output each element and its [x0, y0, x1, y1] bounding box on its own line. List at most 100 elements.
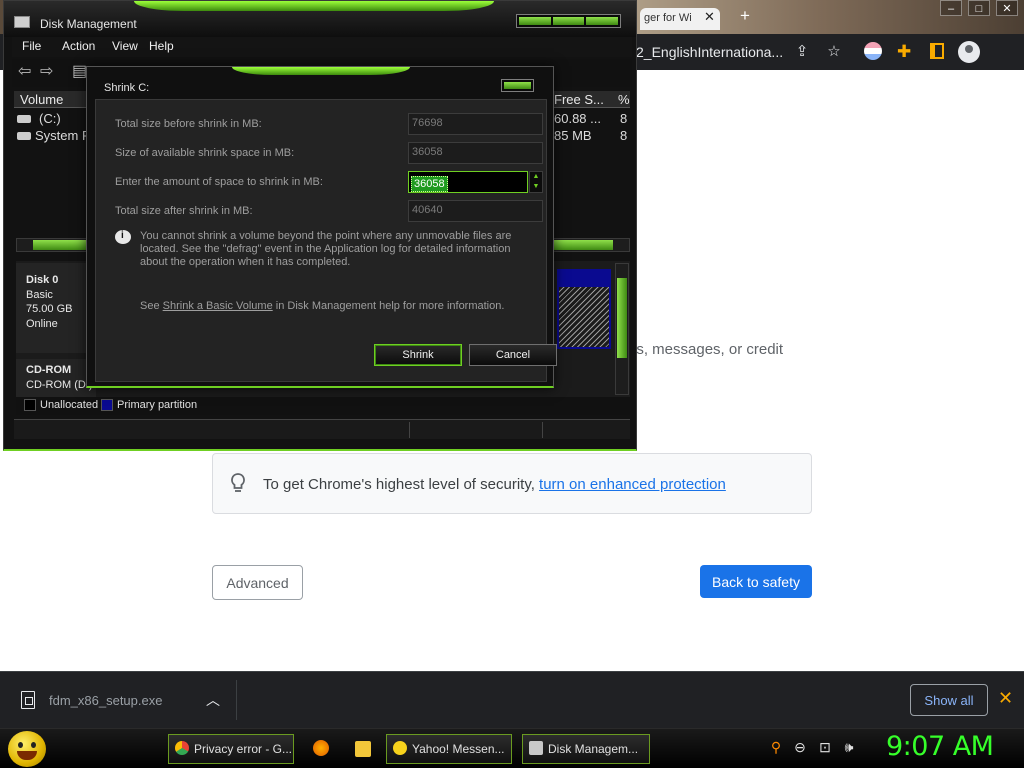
total-before-label: Total size before shrink in MB: [115, 118, 262, 130]
divider [236, 680, 237, 720]
title-glow [232, 67, 410, 75]
enhanced-protection-link[interactable]: turn on enhanced protection [539, 476, 726, 493]
profile-avatar-icon[interactable] [958, 41, 980, 63]
volume-pct: 8 [620, 128, 628, 143]
menu-action[interactable]: Action [62, 39, 95, 53]
tab-close-icon[interactable]: ✕ [704, 9, 715, 25]
minimize-button[interactable] [519, 17, 551, 25]
shrink-help-link[interactable]: Shrink a Basic Volume [163, 300, 273, 312]
total-after-value: 40640 [408, 200, 543, 222]
task-disk-management[interactable]: Disk Managem... [522, 734, 650, 764]
scroll-thumb[interactable] [617, 278, 627, 358]
address-bar[interactable]: 2_EnglishInternationa... [636, 40, 786, 64]
dialog-close-button[interactable] [501, 79, 534, 92]
download-filename[interactable]: fdm_x86_setup.exe [49, 693, 162, 708]
help-suffix: in Disk Management help for more informa… [272, 300, 505, 312]
primary-swatch [101, 399, 113, 411]
disk-management-icon [529, 741, 543, 755]
drive-icon [17, 132, 31, 140]
task-label: Yahoo! Messen... [412, 742, 505, 756]
cancel-button[interactable]: Cancel [469, 344, 557, 366]
window-title: Disk Management [40, 17, 137, 31]
firefox-icon[interactable] [313, 740, 329, 756]
info-message: You cannot shrink a volume beyond the po… [140, 230, 512, 268]
spin-down-icon[interactable]: ▼ [530, 182, 542, 192]
profile-flag-icon[interactable] [864, 42, 882, 60]
column-percent[interactable]: % [618, 92, 630, 107]
total-before-value: 76698 [408, 113, 543, 135]
share-icon[interactable]: ⇪ [792, 42, 812, 62]
column-volume[interactable]: Volume [20, 92, 63, 107]
search-icon[interactable]: ⚲ [768, 739, 784, 755]
legend: Unallocated Primary partition [16, 397, 630, 415]
dialog-title: Shrink C: [104, 82, 150, 94]
enhanced-protection-card: To get Chrome's highest level of securit… [212, 453, 812, 514]
available-space-label: Size of available shrink space in MB: [115, 147, 295, 159]
network-icon[interactable]: ⊡ [817, 739, 833, 755]
task-label: Disk Managem... [548, 742, 639, 756]
spin-up-icon[interactable]: ▲ [530, 172, 542, 182]
legend-unallocated: Unallocated [40, 399, 99, 411]
disk0-label[interactable]: Disk 0 Basic 75.00 GB Online [16, 263, 96, 353]
volume-free: 85 MB [554, 128, 592, 143]
menu-file[interactable]: File [22, 39, 41, 53]
shrink-amount-input[interactable]: 36058 [408, 171, 528, 193]
folder-icon[interactable] [355, 741, 371, 757]
window-controls [516, 14, 621, 28]
help-prefix: See [140, 300, 163, 312]
available-space-value: 36058 [408, 142, 543, 164]
advanced-button[interactable]: Advanced [212, 565, 303, 600]
volume-row[interactable]: System R [17, 128, 91, 143]
clock[interactable]: 9:07 AM [886, 731, 994, 762]
start-smiley-icon[interactable] [8, 731, 46, 767]
minimize-icon[interactable]: – [940, 0, 962, 16]
task-chrome[interactable]: Privacy error - G... [168, 734, 294, 764]
warning-partial-text: ds, messages, or credit [628, 341, 784, 358]
extensions-puzzle-icon[interactable]: ✚ [897, 42, 911, 62]
taskbar: Privacy error - G... Yahoo! Messen... Di… [0, 728, 1024, 768]
volume-icon[interactable]: 🕪 [841, 739, 857, 755]
close-icon[interactable]: ✕ [996, 0, 1018, 16]
partition-header[interactable] [557, 269, 611, 285]
cdrom-label[interactable]: CD-ROM CD-ROM (D:) [16, 359, 96, 397]
new-tab-icon[interactable]: + [740, 6, 750, 26]
menu-view[interactable]: View [112, 39, 138, 53]
tab-title: ger for Wi [644, 12, 692, 24]
download-shelf: fdm_x86_setup.exe ︿ Show all ✕ [0, 671, 1024, 728]
close-icon[interactable]: ✕ [998, 688, 1013, 709]
volume-row[interactable]: (C:) [17, 111, 61, 126]
status-bar [14, 419, 630, 439]
maximize-icon[interactable]: □ [968, 0, 990, 16]
side-panel-icon[interactable] [930, 43, 944, 59]
close-icon [504, 82, 531, 89]
yahoo-messenger-icon [393, 741, 407, 755]
status-icon[interactable]: ⊖ [792, 739, 808, 755]
back-to-safety-button[interactable]: Back to safety [700, 565, 812, 598]
file-icon [21, 691, 35, 709]
bookmark-star-icon[interactable]: ☆ [824, 42, 844, 62]
security-message: To get Chrome's highest level of securit… [263, 476, 726, 493]
task-yahoo-messenger[interactable]: Yahoo! Messen... [386, 734, 512, 764]
close-button[interactable] [586, 17, 619, 25]
shrink-button[interactable]: Shrink [374, 344, 462, 366]
column-free-space[interactable]: Free S... [554, 92, 604, 107]
shrink-dialog: Shrink C: Total size before shrink in MB… [86, 66, 557, 388]
chrome-window-controls: – □ ✕ [940, 0, 1018, 16]
disk-management-icon [14, 16, 30, 28]
partition-selected[interactable] [557, 285, 611, 349]
help-line: See Shrink a Basic Volume in Disk Manage… [140, 300, 504, 312]
volume-name: System R [35, 128, 92, 143]
title-glow [134, 1, 494, 11]
vertical-scrollbar[interactable] [615, 263, 629, 395]
back-arrow-icon[interactable]: ⇦ [18, 64, 36, 80]
show-all-button[interactable]: Show all [910, 684, 988, 716]
chevron-up-icon[interactable]: ︿ [206, 690, 220, 710]
volume-free: 60.88 ... [554, 111, 601, 126]
forward-arrow-icon[interactable]: ⇨ [40, 64, 58, 80]
drive-icon [17, 115, 31, 123]
lightbulb-icon [231, 473, 245, 492]
shrink-amount-stepper[interactable]: ▲ ▼ [529, 171, 543, 193]
dialog-body: Total size before shrink in MB: 76698 Si… [95, 99, 557, 382]
maximize-button[interactable] [552, 17, 585, 25]
menu-help[interactable]: Help [149, 39, 174, 53]
